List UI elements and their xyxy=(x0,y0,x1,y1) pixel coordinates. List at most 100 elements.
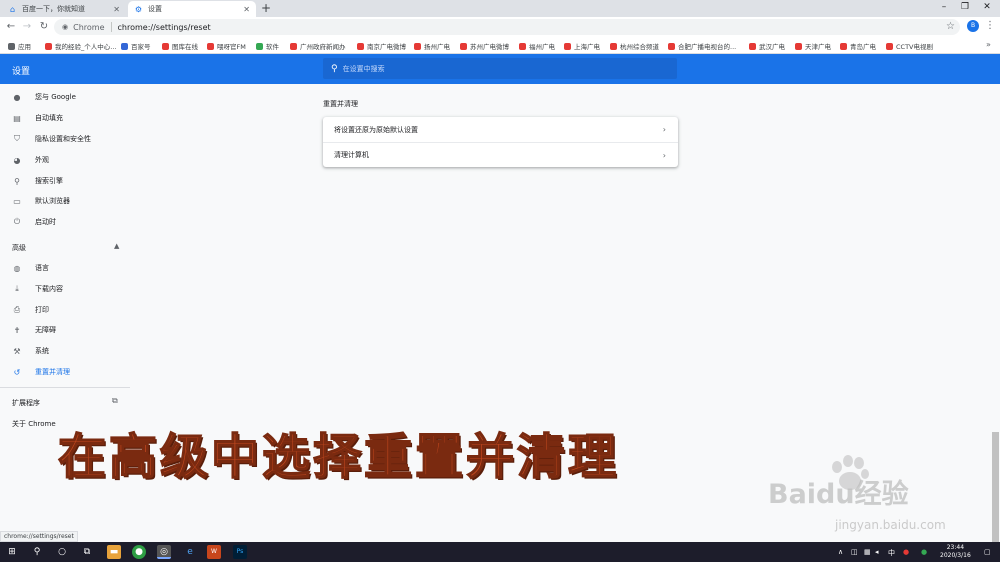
search-icon[interactable]: ⚲ xyxy=(30,545,44,559)
sidebar-item-default-browser[interactable]: ▭ 默认浏览器 xyxy=(0,191,130,211)
apps-grid-icon xyxy=(8,42,15,50)
close-icon[interactable]: ✕ xyxy=(243,5,250,14)
search-input[interactable] xyxy=(342,64,643,73)
bookmark-item[interactable]: 喂呀官FM xyxy=(207,41,246,51)
bookmark-item[interactable]: 我的经验_个人中心... xyxy=(45,41,116,51)
sidebar-item-extensions[interactable]: 扩展程序 xyxy=(12,398,40,408)
bookmark-item[interactable]: 图库在线 xyxy=(162,41,198,51)
bookmark-item[interactable]: 南京广电微博 xyxy=(357,41,406,51)
sidebar-divider xyxy=(0,387,130,388)
sidebar-item-autofill[interactable]: ▤ 自动填充 xyxy=(0,108,130,128)
scrollbar-thumb[interactable] xyxy=(992,432,999,542)
printer-icon: ⎙ xyxy=(13,305,21,314)
minimize-icon[interactable]: – xyxy=(936,2,952,12)
volume-icon[interactable]: ◂ xyxy=(875,548,879,556)
settings-header: 设置 ⚲ xyxy=(0,54,1000,84)
bookmark-item[interactable]: 合肥广播电视台的... xyxy=(668,41,736,51)
input-method-icon[interactable]: ◫ xyxy=(851,548,858,556)
reload-icon[interactable]: ↻ xyxy=(37,20,51,34)
bookmark-favicon-icon xyxy=(460,42,467,50)
bookmark-favicon-icon xyxy=(290,42,297,50)
antivirus-icon[interactable]: ● xyxy=(903,548,909,556)
task-view-icon[interactable]: ⧉ xyxy=(80,545,94,559)
bookmark-item[interactable]: 上海广电 xyxy=(564,41,600,51)
address-bar[interactable]: ◉ Chrome chrome://settings/reset xyxy=(54,19,960,35)
forward-icon[interactable]: → xyxy=(20,20,34,34)
sidebar-item-system[interactable]: ⚒ 系统 xyxy=(0,341,130,361)
sidebar-item-you-and-google[interactable]: ● 您与 Google xyxy=(0,87,130,107)
secure-icon: ◉ xyxy=(62,23,69,31)
sidebar-item-printing[interactable]: ⎙ 打印 xyxy=(0,300,130,320)
bookmark-favicon-icon xyxy=(162,42,169,50)
close-window-icon[interactable]: ✕ xyxy=(979,2,995,12)
photoshop-icon[interactable]: Ps xyxy=(233,545,247,559)
bookmark-item[interactable]: 武汉广电 xyxy=(749,41,785,51)
bookmark-favicon-icon xyxy=(45,42,52,50)
new-tab-button[interactable]: + xyxy=(259,1,273,15)
toolbar: ← → ↻ ◉ Chrome chrome://settings/reset ☆… xyxy=(0,17,1000,37)
bookmark-item[interactable]: CCTV电视剧 xyxy=(886,41,933,51)
settings-search[interactable]: ⚲ xyxy=(323,58,677,79)
taskbar-clock[interactable]: 23:44 2020/3/16 xyxy=(940,544,971,560)
sidebar-item-on-startup[interactable]: ⏻ 启动时 xyxy=(0,212,130,232)
clean-up-computer-row[interactable]: 清理计算机 › xyxy=(323,142,678,167)
bookmark-favicon-icon xyxy=(414,42,421,50)
sidebar-item-privacy[interactable]: ⛉ 隐私设置和安全性 xyxy=(0,129,130,149)
windows-start-icon[interactable]: ⊞ xyxy=(5,545,19,559)
bookmark-favicon-icon xyxy=(610,42,617,50)
close-icon[interactable]: ✕ xyxy=(113,5,120,14)
restore-window-icon[interactable]: ❐ xyxy=(957,2,973,12)
status-bubble: chrome://settings/reset xyxy=(0,531,78,542)
bookmark-item[interactable]: 软件 xyxy=(256,41,279,51)
sidebar-item-reset-and-cleanup[interactable]: ↺ 重置并清理 xyxy=(0,362,130,382)
sidebar-item-accessibility[interactable]: ✝ 无障碍 xyxy=(0,320,130,340)
sidebar-advanced-toggle[interactable]: 高级 xyxy=(12,243,26,253)
bookmark-star-icon[interactable]: ☆ xyxy=(946,21,955,32)
accessibility-icon: ✝ xyxy=(13,325,21,335)
sidebar-item-about-chrome[interactable]: 关于 Chrome xyxy=(12,419,56,429)
sidebar-item-appearance[interactable]: ◕ 外观 xyxy=(0,150,130,170)
bookmark-item[interactable]: 苏州广电微博 xyxy=(460,41,509,51)
app-green-icon[interactable]: ● xyxy=(132,545,146,559)
back-icon[interactable]: ← xyxy=(4,20,18,34)
ime-indicator[interactable]: 中 xyxy=(888,548,895,558)
search-icon: ⚲ xyxy=(14,176,20,186)
tab-settings[interactable]: ⚙ 设置 ✕ xyxy=(128,1,256,17)
bookmark-item[interactable]: 扬州广电 xyxy=(414,41,450,51)
bookmark-favicon-icon xyxy=(840,42,847,50)
url-text: chrome://settings/reset xyxy=(117,22,211,32)
bookmark-item[interactable]: 青岛广电 xyxy=(840,41,876,51)
taskbar: ⊞ ⚲ ○ ⧉ ▬ ● ◎ e W Ps ∧ ◫ ▦ ◂ 中 ● ● 23:44… xyxy=(0,542,1000,562)
security-badge-icon[interactable]: ● xyxy=(921,548,927,556)
clipboard-icon: ▤ xyxy=(13,113,21,123)
tab-strip: ⌂ 百度一下，你就知道 ✕ ⚙ 设置 ✕ + – ❐ ✕ xyxy=(0,0,1000,17)
wps-icon[interactable]: W xyxy=(207,545,221,559)
bookmark-item[interactable]: 广州政府新闻办 xyxy=(290,41,346,51)
avatar[interactable]: B xyxy=(967,20,979,32)
chevron-up-icon[interactable]: ▲ xyxy=(114,242,119,250)
bookmark-item[interactable]: 天津广电 xyxy=(795,41,831,51)
tab-baidu[interactable]: ⌂ 百度一下，你就知道 ✕ xyxy=(2,1,126,17)
ie-icon[interactable]: e xyxy=(183,545,197,559)
sidebar-item-downloads[interactable]: ⤓ 下载内容 xyxy=(0,279,130,299)
bookmark-apps[interactable]: 应用 xyxy=(8,41,31,51)
download-icon: ⤓ xyxy=(15,284,19,293)
sidebar-item-languages[interactable]: ◍ 语言 xyxy=(0,258,130,278)
restore-defaults-row[interactable]: 将设置还原为原始默认设置 › xyxy=(323,117,678,142)
file-explorer-icon[interactable]: ▬ xyxy=(107,545,121,559)
bookmark-item[interactable]: 福州广电 xyxy=(519,41,555,51)
more-menu-icon[interactable]: ⋮ xyxy=(985,20,995,31)
open-in-new-icon[interactable]: ⧉ xyxy=(112,396,118,406)
network-icon[interactable]: ▦ xyxy=(864,548,871,556)
bookmark-favicon-icon xyxy=(519,42,526,50)
bookmark-item[interactable]: 百家号 xyxy=(121,41,151,51)
bookmark-favicon-icon xyxy=(795,42,802,50)
notification-icon[interactable]: ▢ xyxy=(984,548,991,556)
chevron-right-icon[interactable]: » xyxy=(986,40,991,49)
sidebar-item-search-engine[interactable]: ⚲ 搜索引擎 xyxy=(0,171,130,191)
watermark: Baidu经验 xyxy=(768,479,909,510)
chevron-up-icon[interactable]: ∧ xyxy=(838,548,843,556)
cortana-icon[interactable]: ○ xyxy=(55,545,69,559)
bookmark-item[interactable]: 杭州综合频道 xyxy=(610,41,659,51)
chrome-icon[interactable]: ◎ xyxy=(157,545,171,559)
